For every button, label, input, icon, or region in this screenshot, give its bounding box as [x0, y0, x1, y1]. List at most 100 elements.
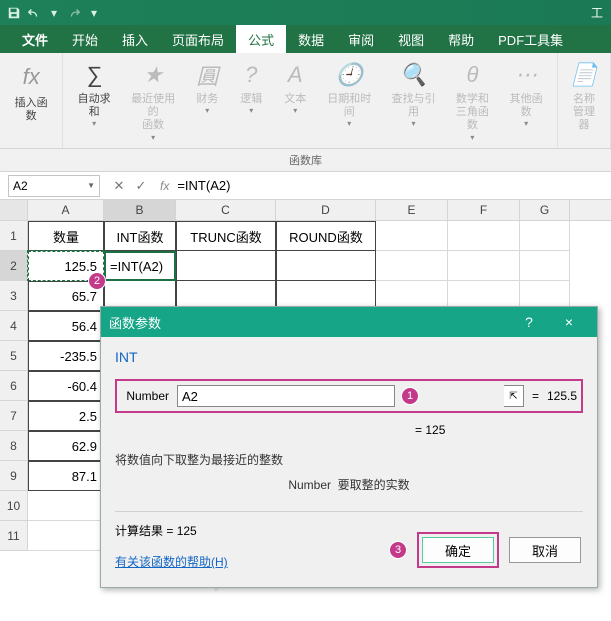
select-all-corner[interactable] — [0, 200, 28, 220]
col-header-D[interactable]: D — [276, 200, 376, 220]
cancel-formula-icon[interactable]: ✕ — [108, 175, 130, 197]
row-header[interactable]: 9 — [0, 461, 28, 491]
cell[interactable]: ROUND函数 — [276, 221, 376, 251]
cell[interactable] — [520, 221, 570, 251]
tab-review[interactable]: 审阅 — [336, 25, 386, 53]
cell[interactable]: -235.5 — [28, 341, 104, 371]
range-picker-icon[interactable]: ⇱ — [504, 385, 524, 407]
ribbon-group-label: 函数库 — [0, 149, 611, 172]
fx-label-icon[interactable]: fx — [160, 179, 169, 193]
cell[interactable] — [448, 251, 520, 281]
help-icon[interactable]: ? — [509, 314, 549, 330]
cell[interactable]: TRUNC函数 — [176, 221, 276, 251]
cell[interactable]: INT函数 — [104, 221, 176, 251]
tab-formulas[interactable]: 公式 — [236, 25, 286, 53]
text-button[interactable]: A 文本▾ — [273, 55, 317, 148]
row-header[interactable]: 8 — [0, 431, 28, 461]
theta-icon: θ — [456, 59, 488, 91]
function-arguments-dialog: 函数参数 ? × INT Number 1 ⇱ = 125.5 = 125 将数… — [100, 306, 598, 588]
row-header[interactable]: 6 — [0, 371, 28, 401]
calculation-result: 125 — [177, 524, 197, 538]
number-input[interactable] — [177, 385, 395, 407]
tab-view[interactable]: 视图 — [386, 25, 436, 53]
fx-icon: fx — [13, 59, 49, 95]
redo-icon[interactable] — [64, 3, 84, 23]
function-name: INT — [115, 349, 583, 365]
undo-icon[interactable] — [24, 3, 44, 23]
accept-formula-icon[interactable]: ✓ — [130, 175, 152, 197]
argument-description: 要取整的实数 — [338, 478, 410, 492]
formula-bar-row: A2 ▼ ✕ ✓ fx =INT(A2) — [0, 172, 611, 200]
qat-customize-icon[interactable]: ▾ — [84, 3, 104, 23]
row-header[interactable]: 5 — [0, 341, 28, 371]
tab-help[interactable]: 帮助 — [436, 25, 486, 53]
tab-insert[interactable]: 插入 — [110, 25, 160, 53]
title-bar: ▾ ▾ 工 — [0, 0, 611, 25]
dialog-titlebar[interactable]: 函数参数 ? × — [101, 307, 597, 337]
row-header[interactable]: 2 — [0, 251, 28, 281]
row-header[interactable]: 7 — [0, 401, 28, 431]
cell[interactable]: 87.1 — [28, 461, 104, 491]
sigma-icon: ∑ — [78, 59, 110, 91]
function-help-link[interactable]: 有关该函数的帮助(H) — [115, 553, 228, 570]
datetime-button[interactable]: 🕘 日期和时间▾ — [317, 55, 381, 148]
col-header-E[interactable]: E — [376, 200, 448, 220]
save-icon[interactable] — [4, 3, 24, 23]
tab-home[interactable]: 开始 — [60, 25, 110, 53]
row-header[interactable]: 11 — [0, 521, 28, 551]
lookup-button[interactable]: 🔍 查找与引用▾ — [381, 55, 445, 148]
name-manager-button[interactable]: 📄 名称 管理器 — [562, 55, 606, 148]
tab-pdf[interactable]: PDF工具集 — [486, 25, 575, 53]
col-header-F[interactable]: F — [448, 200, 520, 220]
row-header[interactable]: 1 — [0, 221, 28, 251]
argument-preview: 125.5 — [547, 389, 577, 403]
close-icon[interactable]: × — [549, 314, 589, 330]
financial-button[interactable]: 圓 财务▾ — [185, 55, 229, 148]
cell[interactable]: 56.4 — [28, 311, 104, 341]
tab-layout[interactable]: 页面布局 — [160, 25, 236, 53]
row-header[interactable]: 10 — [0, 491, 28, 521]
tab-data[interactable]: 数据 — [286, 25, 336, 53]
col-header-A[interactable]: A — [28, 200, 104, 220]
tab-file[interactable]: 文件 — [10, 25, 60, 53]
col-header-C[interactable]: C — [176, 200, 276, 220]
cell[interactable]: 2.5 — [28, 401, 104, 431]
cell[interactable]: 数量 — [28, 221, 104, 251]
logical-button[interactable]: ? 逻辑▾ — [229, 55, 273, 148]
number-argument-row: Number 1 ⇱ = 125.5 — [115, 379, 583, 413]
cell[interactable]: -60.4 — [28, 371, 104, 401]
autosum-button[interactable]: ∑ 自动求和▾ — [67, 55, 121, 148]
cell[interactable]: 62.9 — [28, 431, 104, 461]
dialog-title: 函数参数 — [109, 313, 509, 332]
recent-icon: ★ — [137, 59, 169, 91]
row-header[interactable]: 4 — [0, 311, 28, 341]
formula-input[interactable]: =INT(A2) — [173, 178, 611, 193]
number-label: Number — [121, 389, 177, 403]
cell[interactable] — [376, 221, 448, 251]
ok-button[interactable]: 确定 — [422, 537, 494, 563]
cell[interactable] — [448, 221, 520, 251]
clock-icon: 🕘 — [333, 59, 365, 91]
cell[interactable] — [520, 251, 570, 281]
qat-dropdown-icon[interactable]: ▾ — [44, 3, 64, 23]
cell[interactable] — [376, 251, 448, 281]
math-button[interactable]: θ 数学和 三角函数▾ — [446, 55, 500, 148]
cell[interactable] — [28, 491, 104, 521]
col-header-B[interactable]: B — [104, 200, 176, 220]
col-header-G[interactable]: G — [520, 200, 570, 220]
annotation-badge-2: 2 — [88, 272, 106, 290]
name-manager-icon: 📄 — [568, 59, 600, 91]
row-header[interactable]: 3 — [0, 281, 28, 311]
cancel-button[interactable]: 取消 — [509, 537, 581, 563]
ribbon: fx 插入函数 ∑ 自动求和▾ ★ 最近使用的 函数▾ 圓 财务▾ ? 逻辑▾ … — [0, 53, 611, 149]
insert-function-button[interactable]: fx 插入函数 — [4, 55, 58, 148]
recent-functions-button[interactable]: ★ 最近使用的 函数▾ — [121, 55, 185, 148]
cell[interactable] — [276, 251, 376, 281]
cell[interactable]: =INT(A2) — [104, 251, 176, 281]
more-functions-button[interactable]: ⋯ 其他函数▾ — [499, 55, 553, 148]
insert-function-label: 插入函数 — [10, 97, 52, 123]
chevron-down-icon[interactable]: ▼ — [87, 181, 95, 190]
cell[interactable] — [176, 251, 276, 281]
cell[interactable] — [28, 521, 104, 551]
name-box[interactable]: A2 ▼ — [8, 175, 100, 197]
